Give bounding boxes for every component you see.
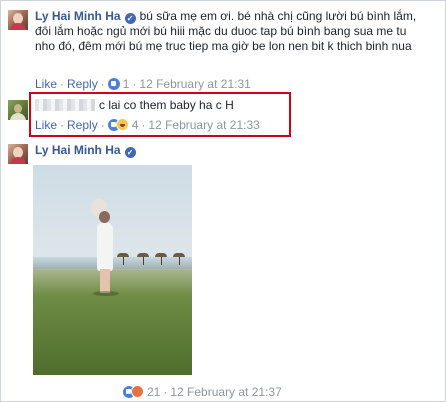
angry-reaction-icon[interactable] [131,385,144,398]
comment-author[interactable]: Ly Hai Minh Ha [35,143,121,157]
reaction-count[interactable]: 4 [132,118,139,132]
avatar[interactable] [8,10,28,30]
verified-badge-icon: ✓ [124,147,136,158]
comment-timestamp[interactable]: 12 February at 21:31 [139,77,250,91]
reaction-count[interactable]: 21 [147,385,160,399]
comment-body: c lai co them baby ha c H [35,98,285,113]
comment-author[interactable]: Ly Hai Minh Ha [35,9,121,23]
comment-timestamp[interactable]: 12 February at 21:33 [148,118,259,132]
like-link[interactable]: Like [35,118,57,132]
verified-badge-icon: ✓ [124,13,136,24]
comment-actions: 21 · 12 February at 21:37 [123,385,282,399]
comment-timestamp[interactable]: 12 February at 21:37 [170,385,281,399]
like-reaction-icon[interactable] [107,78,120,90]
comment-body: Ly Hai Minh Ha ✓ bú sữa mẹ em ơi. bé nhà c… [35,9,425,54]
reply-link[interactable]: Reply [67,77,98,91]
comment-actions: Like · Reply · 4 · 12 February at 21:33 [35,118,260,132]
attached-photo[interactable] [33,165,192,375]
like-link[interactable]: Like [35,77,57,91]
comment-actions: Like · Reply · 1 · 12 February at 21:31 [35,77,251,91]
comment-body: Ly Hai Minh Ha ✓ [35,143,140,158]
avatar[interactable] [8,144,28,164]
reaction-count[interactable]: 1 [123,77,130,91]
redacted-author [35,99,95,111]
haha-reaction-icon[interactable] [115,118,129,131]
comment-text: c lai co them baby ha c H [99,98,234,112]
comment-thread: Ly Hai Minh Ha ✓ bú sữa mẹ em ơi. bé nhà c… [0,0,446,402]
avatar[interactable] [8,100,28,120]
reply-link[interactable]: Reply [67,118,98,132]
